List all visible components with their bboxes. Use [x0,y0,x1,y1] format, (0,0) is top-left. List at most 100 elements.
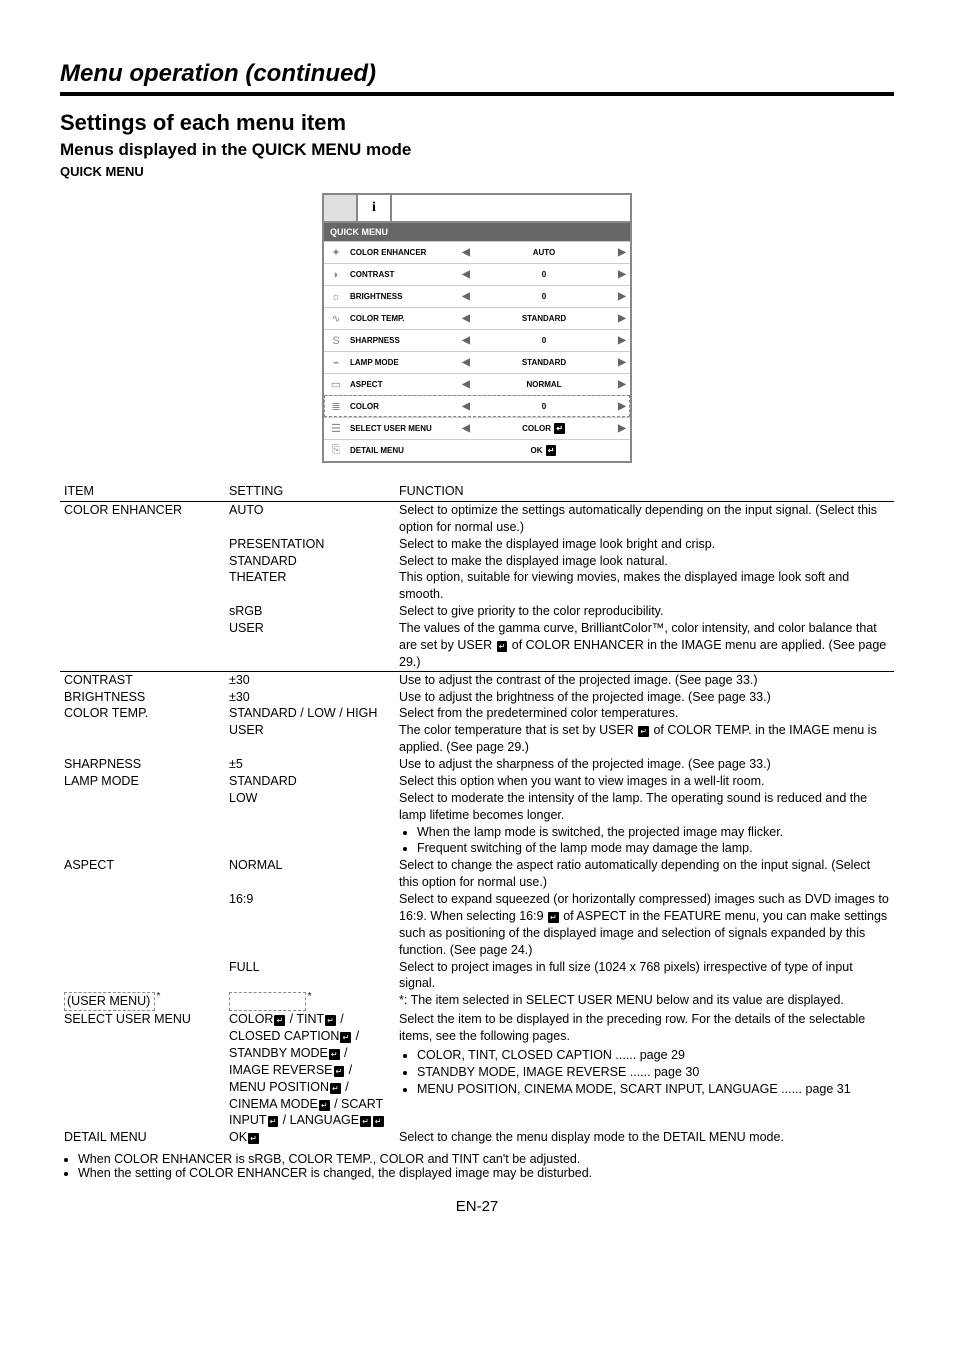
osd-row-label: COLOR [348,402,458,411]
osd-tab-info: i [358,195,392,221]
left-arrow-icon: ◀ [458,247,474,258]
left-arrow-icon: ◀ [458,291,474,302]
osd-row-value: 0 [474,336,614,345]
enter-icon: ↵ [554,423,565,434]
dashed-box [229,992,306,1011]
table-row: DETAIL MENUOK↵Select to change the menu … [60,1129,894,1146]
right-arrow-icon: ▶ [614,401,630,412]
osd-row: ▭ASPECT◀NORMAL▶ [324,373,630,395]
cell-setting: USER [225,620,395,671]
cell-setting: USER [225,722,395,756]
osd-tab-blank [324,195,358,221]
osd-row-icon: ◗ [324,269,348,281]
enter-icon: ↵ [548,912,559,923]
osd-row-icon: S [324,335,348,347]
enter-icon: ↵ [319,1100,330,1111]
enter-icon: ↵ [546,445,557,456]
osd-row-icon: ✦ [324,246,348,259]
cell-item: COLOR TEMP. [60,705,225,722]
cell-setting: OK↵ [225,1129,395,1146]
cell-item: BRIGHTNESS [60,689,225,706]
heading-menus: Menus displayed in the QUICK MENU mode [60,140,894,160]
enter-icon: ↵ [334,1066,345,1077]
cell-function: Use to adjust the contrast of the projec… [395,671,894,688]
osd-row: ☰SELECT USER MENU◀COLOR ↵▶ [324,417,630,439]
cell-item [60,790,225,824]
table-row: FULLSelect to project images in full siz… [60,959,894,993]
cell-setting: AUTO [225,501,395,535]
enter-icon: ↵ [325,1015,336,1026]
osd-row-value: 0 [474,292,614,301]
page-title: Menu operation (continued) [60,60,894,96]
cell-function: When the lamp mode is switched, the proj… [395,824,894,858]
osd-row-label: SELECT USER MENU [348,424,458,433]
list-item: When the lamp mode is switched, the proj… [417,824,890,841]
cell-item: SELECT USER MENU [60,1011,225,1129]
enter-icon: ↵ [330,1083,341,1094]
cell-item [60,891,225,959]
left-arrow-icon: ◀ [458,335,474,346]
cell-item [60,620,225,671]
osd-row-label: BRIGHTNESS [348,292,458,301]
cell-function: Select to change the aspect ratio automa… [395,857,894,891]
cell-item: DETAIL MENU [60,1129,225,1146]
cell-setting: STANDARD / LOW / HIGH [225,705,395,722]
cell-function: Select from the predetermined color temp… [395,705,894,722]
cell-function: Select to give priority to the color rep… [395,603,894,620]
list-item: COLOR, TINT, CLOSED CAPTION ...... page … [417,1047,890,1064]
right-arrow-icon: ▶ [614,291,630,302]
enter-icon: ↵ [248,1133,259,1144]
cell-function: Select this option when you want to view… [395,773,894,790]
left-arrow-icon: ◀ [458,269,474,280]
table-row: COLOR ENHANCERAUTOSelect to optimize the… [60,501,894,535]
enter-icon: ↵ [360,1116,371,1127]
cell-item: CONTRAST [60,671,225,688]
cell-function: The color temperature that is set by USE… [395,722,894,756]
cell-function: Select the item to be displayed in the p… [395,1011,894,1129]
cell-item: (USER MENU) [60,992,225,1011]
table-row: SELECT USER MENUCOLOR↵ / TINT↵ / CLOSED … [60,1011,894,1129]
settings-table: ITEM SETTING FUNCTION COLOR ENHANCERAUTO… [60,483,894,1146]
cell-setting: 16:9 [225,891,395,959]
cell-function: Use to adjust the sharpness of the proje… [395,756,894,773]
osd-row-icon: ▭ [324,378,348,391]
note-item: When COLOR ENHANCER is sRGB, COLOR TEMP.… [78,1152,894,1166]
osd-row: ≣COLOR◀0▶ [324,395,630,417]
note-item: When the setting of COLOR ENHANCER is ch… [78,1166,894,1180]
osd-row-label: CONTRAST [348,270,458,279]
th-function: FUNCTION [395,483,894,501]
cell-setting: FULL [225,959,395,993]
th-setting: SETTING [225,483,395,501]
list-item: MENU POSITION, CINEMA MODE, SCART INPUT,… [417,1081,890,1098]
left-arrow-icon: ◀ [458,313,474,324]
list-item: STANDBY MODE, IMAGE REVERSE ...... page … [417,1064,890,1081]
osd-row-icon: ☰ [324,422,348,435]
osd-row-icon: ≣ [324,400,348,413]
dashed-box: (USER MENU) [64,992,155,1011]
osd-row-value: NORMAL [474,380,614,389]
left-arrow-icon: ◀ [458,401,474,412]
enter-icon: ↵ [373,1116,384,1127]
table-row: BRIGHTNESS±30Use to adjust the brightnes… [60,689,894,706]
cell-function: Select to expand squeezed (or horizontal… [395,891,894,959]
osd-tabs: i [324,195,630,223]
cell-item [60,722,225,756]
osd-row-value: COLOR ↵ [474,423,614,434]
cell-setting: ±5 [225,756,395,773]
cell-setting: COLOR↵ / TINT↵ / CLOSED CAPTION↵ / STAND… [225,1011,395,1129]
cell-function: Select to change the menu display mode t… [395,1129,894,1146]
heading-quick: QUICK MENU [60,164,894,179]
osd-row-label: COLOR TEMP. [348,314,458,323]
th-item: ITEM [60,483,225,501]
heading-settings: Settings of each menu item [60,110,894,136]
table-row: sRGBSelect to give priority to the color… [60,603,894,620]
osd-row-label: LAMP MODE [348,358,458,367]
cell-function: This option, suitable for viewing movies… [395,569,894,603]
enter-icon: ↵ [638,726,649,737]
cell-item [60,553,225,570]
cell-function: *: The item selected in SELECT USER MENU… [395,992,894,1011]
table-row: STANDARDSelect to make the displayed ima… [60,553,894,570]
page: Menu operation (continued) Settings of e… [0,0,954,1255]
osd-row-icon: ∿ [324,312,348,325]
cell-item: LAMP MODE [60,773,225,790]
